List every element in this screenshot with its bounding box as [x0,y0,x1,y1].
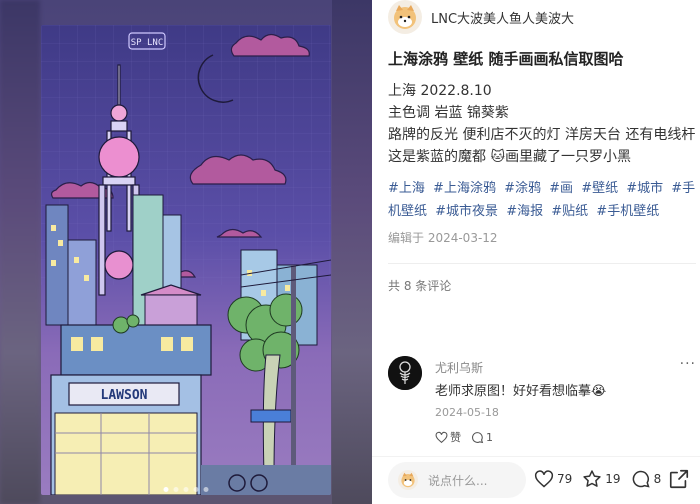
commenter-name[interactable]: 尤利乌斯 [435,359,483,376]
post-title: 上海涂鸦 壁纸 随手画画私信取图哈 [388,50,624,68]
comment-input-placeholder: 说点什么... [428,473,488,488]
reply-count: 1 [486,430,493,444]
comment-text: 老师求原图！好好看想临摹😭 [435,380,606,399]
bottom-action-bar: 说点什么... 79 19 8 [372,456,700,504]
comment-bubble-icon [632,470,650,488]
share-icon [669,469,689,489]
carousel-dot[interactable] [163,487,169,492]
hashtag[interactable]: #画 [549,181,573,196]
comment-item: 尤利乌斯 ··· 老师求原图！好好看想临摹😭 2024-05-18 赞 1 [388,356,698,446]
post-artwork[interactable]: SP LNC LAWSON [41,25,331,495]
post-line: 主色调 岩蓝 锦葵紫 [388,105,509,121]
carousel-dot[interactable] [183,487,189,492]
carousel-indicator [163,487,209,492]
crying-emoji: 😭 [591,384,607,399]
hashtag[interactable]: #壁纸 [581,181,618,196]
comment-text-content: 老师求原图！好好看想临摹 [435,384,592,399]
like-button[interactable]: 79 [534,469,572,489]
post-body: 上海 2022.8.10 主色调 岩蓝 锦葵紫 路牌的反光 便利店不灭的灯 洋房… [388,80,696,168]
hashtag[interactable]: #上海 [388,181,425,196]
hashtag-list: #上海 #上海涂鸦 #涂鸦 #画 #壁纸 #城市 #手机壁纸 #城市夜景 #海报… [388,177,696,223]
comment-count: 共 8 条评论 [388,279,452,293]
divider [388,263,696,264]
cat-emoji: 🐱 [490,149,506,165]
blurred-backdrop-left [0,0,40,504]
hashtag[interactable]: #城市 [626,181,663,196]
carousel-dot[interactable] [173,487,179,492]
comment-like-button[interactable]: 赞 [435,429,461,445]
commenter-avatar[interactable] [388,356,422,390]
comment-date: 2024-05-18 [435,406,499,419]
post-line: 路牌的反光 便利店不灭的灯 洋房天台 还有电线杆 这是紫蓝的魔都 🐱画里藏了一只… [388,124,696,168]
comment-reply-button[interactable]: 1 [471,431,493,444]
author-name[interactable]: LNC大波美人鱼人美波大 [431,8,574,27]
comment-bubble-icon [472,431,484,443]
shanghai-graffiti-illustration: SP LNC LAWSON [41,25,331,495]
shiba-dog-icon [401,472,415,488]
skeleton-avatar-icon [388,356,422,390]
post-panel: LNC大波美人鱼人美波大 上海涂鸦 壁纸 随手画画私信取图哈 上海 2022.8… [372,0,700,504]
edited-date: 编辑于 2024-03-12 [388,231,498,245]
favorite-button[interactable]: 19 [582,469,621,489]
comment-total: 8 [653,472,662,486]
comment-input[interactable]: 说点什么... [388,462,526,498]
hashtag[interactable]: #手机壁纸 [596,204,659,219]
heart-icon [435,431,448,443]
like-count: 79 [557,472,573,486]
author-avatar[interactable] [388,0,422,34]
comment-button[interactable]: 8 [631,469,662,489]
star-icon [583,470,601,487]
heart-icon [534,470,554,488]
hashtag[interactable]: #海报 [506,204,543,219]
hashtag[interactable]: #贴纸 [551,204,588,219]
author-header[interactable]: LNC大波美人鱼人美波大 [388,0,574,34]
like-label: 赞 [450,431,461,444]
store-sign-text: LAWSON [101,388,148,403]
favorite-count: 19 [605,472,621,486]
post-line: 上海 2022.8.10 [388,83,492,99]
hashtag[interactable]: #城市夜景 [435,204,498,219]
blurred-backdrop-right [332,0,372,504]
carousel-dot[interactable] [203,487,209,492]
engagement-stats: 79 19 8 [534,469,671,489]
image-viewer[interactable]: SP LNC LAWSON [0,0,372,504]
carousel-dot[interactable] [193,487,199,492]
user-avatar [398,470,418,490]
artwork-sign-text: SP LNC [131,38,164,48]
post-content: 上海涂鸦 壁纸 随手画画私信取图哈 上海 2022.8.10 主色调 岩蓝 锦葵… [388,48,696,294]
hashtag[interactable]: #涂鸦 [504,181,541,196]
post-line-text: 画里藏了一只罗小黑 [505,149,632,165]
shiba-dog-icon [394,5,416,29]
more-options-icon[interactable]: ··· [680,356,696,372]
share-button[interactable] [668,468,690,494]
comment-actions: 赞 1 [435,429,493,445]
hashtag[interactable]: #上海涂鸦 [433,181,496,196]
